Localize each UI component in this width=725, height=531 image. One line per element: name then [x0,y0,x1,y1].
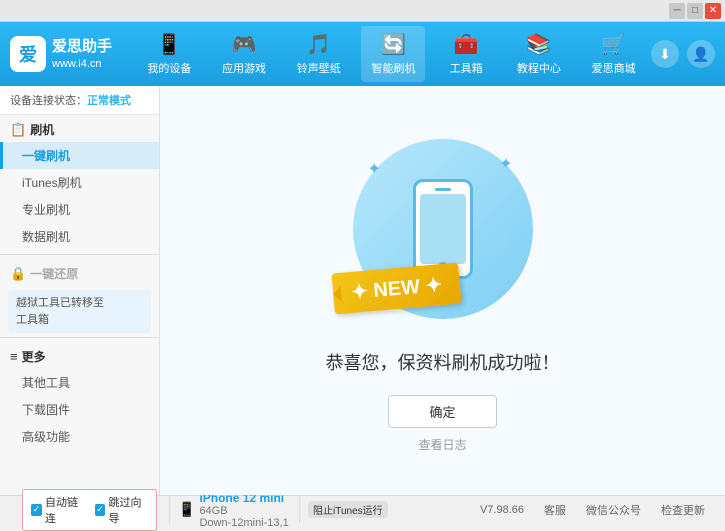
new-star1: ✦ [350,280,369,303]
skip-guide-cb-box[interactable] [95,504,106,516]
status-label: 设备连接状态： [10,95,87,107]
maximize-button[interactable]: □ [687,3,703,19]
sidebar-divider-2 [0,337,159,338]
bottom-left: 自动链连 跳过向导 [10,496,170,523]
sidebar-section-more: ≡ 更多 [0,342,159,369]
nav-ringtone-label: 铃声壁纸 [297,60,341,76]
device-storage: 64GB [199,505,288,517]
nav-toolbox-label: 工具箱 [450,60,483,76]
more-section-icon: ≡ [10,349,18,364]
nav-item-tutorial[interactable]: 📚 教程中心 [507,26,571,82]
success-message: 恭喜您，保资料刷机成功啦！ [326,349,560,375]
nav-tutorial-label: 教程中心 [517,60,561,76]
device-card: 📱 iPhone 12 mini 64GB Down-12mini-13,1 [170,496,300,523]
sidebar: 设备连接状态：正常模式 📋 刷机 一键刷机 iTunes刷机 专业刷机 数据刷机… [0,86,160,495]
confirm-button[interactable]: 确定 [388,395,496,428]
nav-item-smart-flash[interactable]: 🔄 智能刷机 [361,26,425,82]
sidebar-item-data-flash[interactable]: 数据刷机 [0,223,159,250]
sparkle-tl: ✦ [368,159,381,179]
auto-connect-checkbox[interactable]: 自动链连 [31,494,85,526]
logo-icon-text: 爱 [19,41,37,67]
phone-screen [420,194,466,264]
logo: 爱 爱思助手 www.i4.cn [10,36,112,72]
main-area: 设备连接状态：正常模式 📋 刷机 一键刷机 iTunes刷机 专业刷机 数据刷机… [0,86,725,495]
top-nav: 爱 爱思助手 www.i4.cn 📱 我的设备 🎮 应用游戏 🎵 铃声壁纸 🔄 … [0,22,725,86]
service-link[interactable]: 客服 [544,502,566,518]
nav-item-apps[interactable]: 🎮 应用游戏 [212,26,276,82]
more-section-label: 更多 [22,348,46,365]
close-button[interactable]: ✕ [705,3,721,19]
sidebar-item-advanced[interactable]: 高级功能 [0,423,159,450]
sidebar-item-pro-flash[interactable]: 专业刷机 [0,196,159,223]
user-button[interactable]: 👤 [687,40,715,68]
nav-store-icon: 🛒 [601,32,626,57]
new-text: NEW [372,276,420,302]
checkbox-row: 自动链连 跳过向导 [22,489,157,531]
left-panel: 设备连接状态：正常模式 📋 刷机 一键刷机 iTunes刷机 专业刷机 数据刷机… [0,86,160,495]
nav-device-label: 我的设备 [147,60,191,76]
auto-connect-label: 自动链连 [45,494,85,526]
sidebar-section-restore: 🔒 一键还原 [0,259,159,286]
sidebar-item-download-firmware[interactable]: 下载固件 [0,396,159,423]
bottom-bar: 自动链连 跳过向导 📱 iPhone 12 mini 64GB Down-12m… [0,495,725,523]
nav-item-my-device[interactable]: 📱 我的设备 [137,26,201,82]
nav-tutorial-icon: 📚 [526,32,551,57]
content-panel: ✦ ✦ ✦ ✦ NEW ✦ 恭喜您，保资料刷机成功啦！ 确定 查看日志 [160,86,725,495]
download-button[interactable]: ⬇ [651,40,679,68]
sidebar-divider-1 [0,254,159,255]
nav-item-store[interactable]: 🛒 爱思商城 [582,26,646,82]
flash-section-icon: 📋 [10,122,26,138]
skip-guide-checkbox[interactable]: 跳过向导 [95,494,149,526]
nav-device-icon: 📱 [157,32,182,57]
sub-link[interactable]: 查看日志 [418,436,466,453]
logo-text: 爱思助手 www.i4.cn [52,37,112,71]
stop-itunes-button[interactable]: 阻止iTunes运行 [308,501,388,518]
minimize-button[interactable]: ─ [669,3,685,19]
new-star2: ✦ [424,274,443,297]
device-icon: 📱 [178,501,195,518]
sidebar-item-one-key-flash[interactable]: 一键刷机 [0,142,159,169]
check-update-link[interactable]: 检查更新 [661,502,705,518]
phone-speaker [435,188,451,191]
nav-apps-icon: 🎮 [232,32,257,57]
nav-item-ringtone[interactable]: 🎵 铃声壁纸 [287,26,351,82]
nav-right: ⬇ 👤 [651,40,715,68]
nav-store-label: 爱思商城 [592,60,636,76]
nav-flash-label: 智能刷机 [371,60,415,76]
sidebar-section-flash: 📋 刷机 [0,115,159,142]
restore-section-label: 一键还原 [30,265,78,282]
nav-apps-label: 应用游戏 [222,60,266,76]
auto-connect-cb-box[interactable] [31,504,42,516]
nav-items: 📱 我的设备 🎮 应用游戏 🎵 铃声壁纸 🔄 智能刷机 🧰 工具箱 📚 教程中心… [132,26,651,82]
version-label: V7.98.66 [480,504,524,516]
restore-section-icon: 🔒 [10,266,26,282]
status-value: 正常模式 [87,95,131,107]
phone-illustration: ✦ ✦ ✦ ✦ NEW ✦ [343,129,543,329]
logo-sub-text: www.i4.cn [52,57,112,71]
sidebar-item-other-tools[interactable]: 其他工具 [0,369,159,396]
logo-icon: 爱 [10,36,46,72]
nav-item-toolbox[interactable]: 🧰 工具箱 [436,26,496,82]
nav-ringtone-icon: 🎵 [306,32,331,57]
nav-flash-icon: 🔄 [381,32,406,57]
title-bar: ─ □ ✕ [0,0,725,22]
sparkle-tr: ✦ [499,154,512,174]
wechat-link[interactable]: 微信公众号 [586,502,641,518]
nav-toolbox-icon: 🧰 [454,32,479,57]
bottom-status-items: V7.98.66 客服 微信公众号 检查更新 [480,502,715,518]
status-bar: 设备连接状态：正常模式 [0,86,159,115]
sidebar-item-itunes-flash[interactable]: iTunes刷机 [0,169,159,196]
logo-main-text: 爱思助手 [52,37,112,57]
itunes-area: 阻止iTunes运行 [300,501,396,518]
sidebar-info-box: 越狱工具已转移至工具箱 [8,290,151,333]
skip-guide-label: 跳过向导 [108,494,148,526]
flash-section-label: 刷机 [30,121,54,138]
